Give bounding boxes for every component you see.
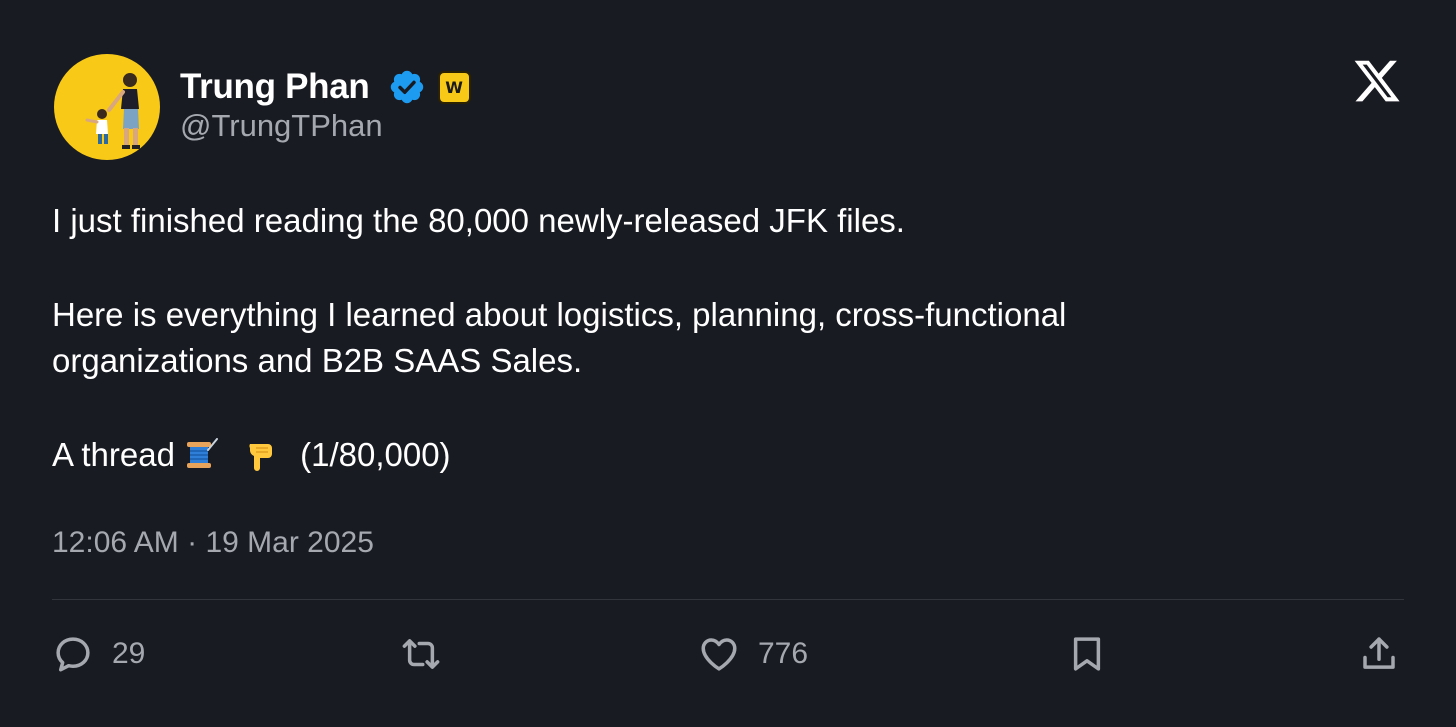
meta-separator: ·: [178, 526, 206, 559]
handle[interactable]: @TrungTPhan: [180, 108, 383, 144]
timestamp[interactable]: 12:06 AM · 19 Mar 2025: [52, 526, 374, 560]
x-logo-icon[interactable]: [1352, 56, 1402, 106]
thread-spool-emoji: [187, 438, 219, 468]
like-button[interactable]: 776: [698, 632, 808, 676]
divider: [52, 599, 1404, 600]
like-count: 776: [758, 637, 809, 670]
heart-icon: [701, 638, 737, 671]
repost-icon: [402, 639, 440, 669]
affiliate-badge-icon[interactable]: W: [437, 70, 471, 104]
avatar[interactable]: [54, 54, 160, 160]
tweet-body: I just finished reading the 80,000 newly…: [52, 198, 1392, 478]
tweet-line-prefix: A thread: [52, 436, 185, 473]
pointing-down-emoji: [249, 444, 273, 471]
tweet-line-suffix: (1/80,000): [300, 436, 451, 473]
author-name-row: Trung Phan W: [180, 64, 471, 110]
tweet-date: 19 Mar 2025: [205, 526, 374, 559]
tweet-line: organizations and B2B SAAS Sales.: [52, 342, 583, 379]
tweet-line: I just finished reading the 80,000 newly…: [52, 202, 905, 239]
tweet-line: Here is everything I learned about logis…: [52, 296, 1067, 333]
avatar-photo: [85, 73, 140, 149]
display-name[interactable]: Trung Phan: [180, 67, 370, 107]
tweet-line: A thread (1/80,000): [52, 432, 1392, 478]
share-button[interactable]: [1358, 632, 1400, 676]
bookmark-button[interactable]: [1066, 632, 1108, 676]
share-icon: [1363, 637, 1395, 669]
verified-badge-icon: [390, 70, 423, 104]
reply-button[interactable]: 29: [52, 632, 145, 676]
repost-button[interactable]: [400, 632, 442, 676]
reply-count: 29: [112, 637, 146, 670]
tweet-time: 12:06 AM: [52, 526, 179, 559]
bookmark-icon: [1073, 637, 1101, 671]
reply-icon: [56, 637, 90, 672]
